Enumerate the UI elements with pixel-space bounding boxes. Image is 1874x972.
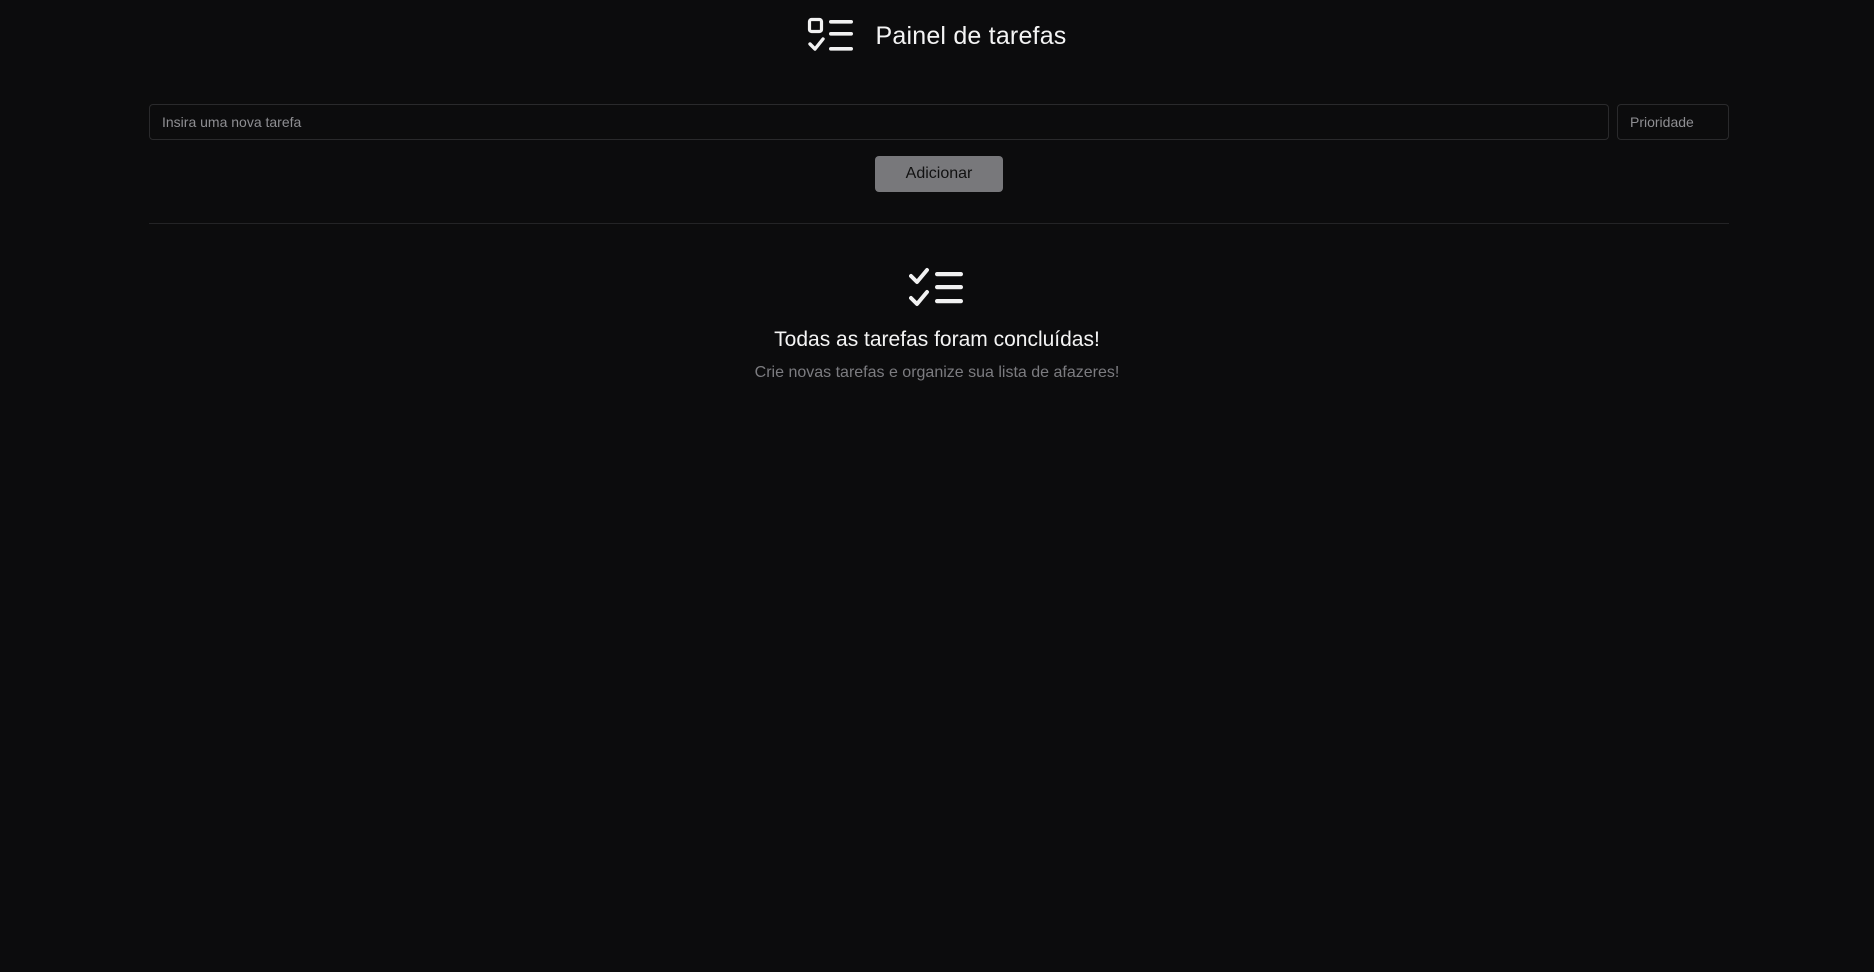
- add-button[interactable]: Adicionar: [875, 156, 1003, 192]
- empty-state-subtitle: Crie novas tarefas e organize sua lista …: [754, 364, 1120, 381]
- empty-state-title: Todas as tarefas foram concluídas!: [774, 328, 1100, 351]
- divider: [149, 223, 1729, 224]
- task-input[interactable]: [149, 104, 1609, 140]
- task-list-icon: [807, 17, 855, 55]
- page: Painel de tarefas Adicionar Todas as tar…: [0, 0, 1874, 972]
- priority-input[interactable]: [1617, 104, 1729, 140]
- empty-state: Todas as tarefas foram concluídas! Crie …: [0, 266, 1874, 382]
- page-title: Painel de tarefas: [875, 21, 1067, 50]
- header: Painel de tarefas: [0, 14, 1874, 58]
- new-task-form: [149, 104, 1729, 140]
- checklist-icon: [909, 266, 965, 312]
